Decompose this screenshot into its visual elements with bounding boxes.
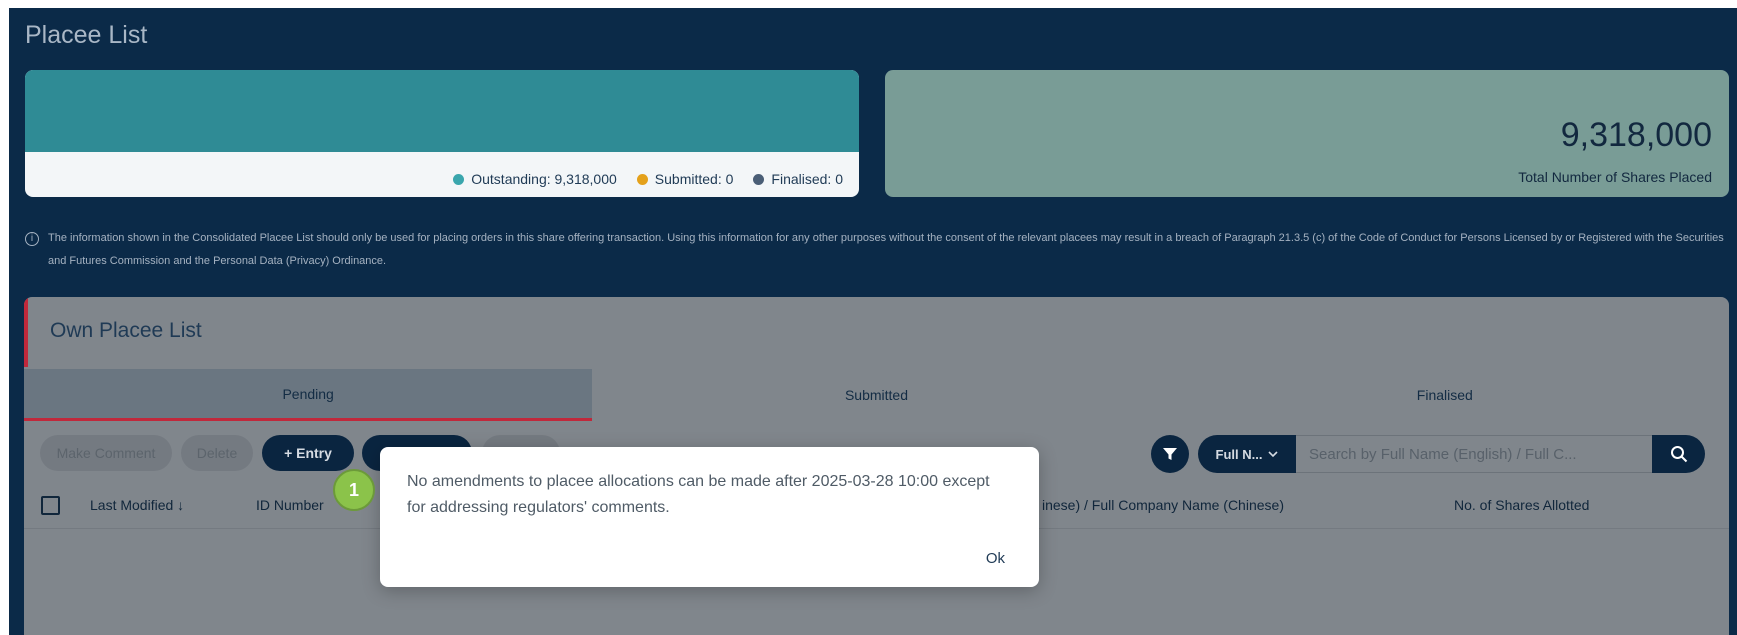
- dialog-message: No amendments to placee allocations can …: [407, 473, 990, 516]
- submitted-dot-icon: [636, 173, 648, 185]
- tab-finalised[interactable]: Finalised: [1160, 369, 1729, 421]
- column-full-name-chinese[interactable]: inese) / Full Company Name (Chinese): [1042, 497, 1284, 513]
- search-button[interactable]: [1652, 435, 1705, 473]
- column-shares-allotted[interactable]: No. of Shares Allotted: [1454, 497, 1589, 513]
- column-id-number[interactable]: ID Number: [256, 497, 324, 513]
- legend-submitted-label: Submitted: 0: [654, 171, 734, 187]
- outstanding-bar: [25, 70, 859, 152]
- column-last-modified[interactable]: Last Modified ↓: [90, 497, 184, 513]
- filter-icon: [1163, 448, 1177, 460]
- total-shares-caption: Total Number of Shares Placed: [1518, 169, 1712, 185]
- add-entry-button[interactable]: + Entry: [262, 435, 354, 471]
- info-icon: i: [25, 232, 39, 246]
- search-icon: [1670, 446, 1687, 463]
- select-all-checkbox[interactable]: [41, 496, 60, 515]
- search-field-select-label: Full N...: [1215, 446, 1263, 462]
- search-field-select[interactable]: Full N...: [1198, 435, 1296, 473]
- filter-button[interactable]: [1151, 435, 1189, 473]
- panel-title: Own Placee List: [50, 319, 202, 342]
- search-input[interactable]: Search by Full Name (English) / Full C..…: [1296, 435, 1652, 473]
- page-title: Placee List: [25, 21, 148, 49]
- tab-pending[interactable]: Pending: [24, 369, 593, 421]
- delete-button[interactable]: Delete: [181, 435, 253, 471]
- ok-button[interactable]: Ok: [986, 550, 1005, 567]
- make-comment-button[interactable]: Make Comment: [40, 435, 172, 471]
- status-tabs: Pending Submitted Finalised: [24, 369, 1729, 421]
- legend-submitted: Submitted: 0: [636, 171, 734, 187]
- legend-outstanding: Outstanding: 9,318,000: [453, 171, 617, 187]
- legend-finalised: Finalised: 0: [753, 171, 843, 187]
- disclaimer-text: The information shown in the Consolidate…: [48, 232, 1724, 267]
- search-group: Full N... Search by Full Name (English) …: [1198, 435, 1705, 473]
- panel-accent-bar: [24, 297, 28, 367]
- tab-submitted[interactable]: Submitted: [592, 369, 1161, 421]
- legend-finalised-label: Finalised: 0: [771, 171, 843, 187]
- status-legend: Outstanding: 9,318,000 Submitted: 0 Fina…: [453, 171, 843, 187]
- disclaimer-notice: i The information shown in the Consolida…: [25, 227, 1725, 273]
- finalised-dot-icon: [753, 173, 765, 185]
- total-shares-card: 9,318,000 Total Number of Shares Placed: [885, 70, 1729, 197]
- total-shares-value: 9,318,000: [1560, 116, 1712, 154]
- allocation-status-card: Outstanding: 9,318,000 Submitted: 0 Fina…: [25, 70, 859, 197]
- outstanding-dot-icon: [453, 173, 465, 185]
- chevron-down-icon: [1268, 451, 1279, 458]
- amendment-deadline-dialog: No amendments to placee allocations can …: [380, 447, 1039, 587]
- legend-outstanding-label: Outstanding: 9,318,000: [471, 171, 617, 187]
- step-badge: 1: [333, 469, 375, 511]
